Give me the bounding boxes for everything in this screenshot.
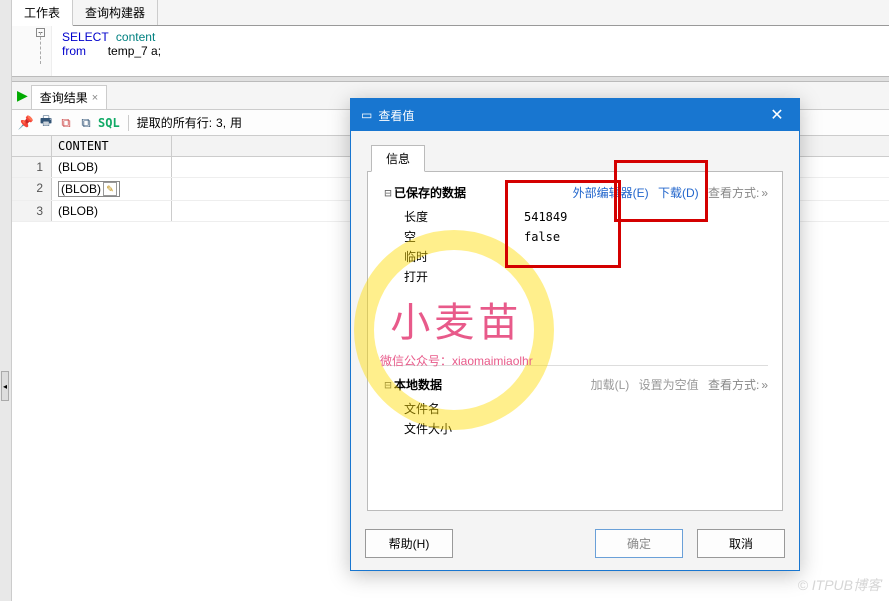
external-editor-link[interactable]: 外部编辑器(E) [573, 186, 649, 200]
pin-icon[interactable]: 📌 [18, 115, 34, 131]
corner-watermark: © ITPUB博客 [798, 575, 881, 595]
kw-from: from [62, 44, 86, 58]
tab-info[interactable]: 信息 [371, 145, 425, 172]
tbl-name: temp_7 a; [108, 44, 161, 58]
set-null-link[interactable]: 设置为空值 [639, 378, 699, 392]
collapse-toggle[interactable]: ⊟ [382, 186, 394, 200]
dialog-icon: ▭ [361, 108, 372, 122]
result-tab-label: 查询结果 [40, 89, 88, 106]
close-icon[interactable]: × [92, 92, 98, 104]
print-icon[interactable]: 🖶 [38, 115, 54, 131]
download-link[interactable]: 下载(D) [658, 186, 699, 200]
row-num: 1 [12, 157, 52, 177]
blob-cell[interactable]: (BLOB) [58, 160, 98, 174]
null-label: 空 [404, 227, 464, 247]
kw-select: SELECT [62, 30, 109, 44]
edit-icon[interactable]: ✎ [103, 182, 117, 196]
dialog-titlebar[interactable]: ▭ 查看值 ✕ [351, 99, 799, 131]
blob-cell[interactable]: (BLOB) [58, 204, 98, 218]
saved-data-heading: 已保存的数据 [394, 184, 466, 201]
length-label: 长度 [404, 207, 464, 227]
blob-value: (BLOB) [61, 182, 101, 196]
blob-cell[interactable]: (BLOB) ✎ [58, 181, 120, 197]
collapse-toggle[interactable]: ⊟ [382, 378, 394, 392]
info-panel: ⊟ 已保存的数据 外部编辑器(E) 下载(D) 查看方式:» 长度541849 … [367, 171, 783, 511]
local-data-heading: 本地数据 [394, 376, 442, 393]
play-icon: ▶ [17, 87, 28, 104]
column-header[interactable]: CONTENT [52, 136, 172, 156]
sql-text[interactable]: SELECT content from temp_7 a; [52, 26, 171, 76]
null-value: false [524, 227, 560, 247]
view-mode-label: 查看方式: [708, 378, 759, 392]
arrow-icon[interactable]: » [761, 378, 768, 392]
filename-label: 文件名 [404, 399, 464, 419]
copy-icon[interactable]: ⧉ [58, 115, 74, 131]
view-value-dialog: ▭ 查看值 ✕ 信息 ⊟ 已保存的数据 外部编辑器(E) 下载(D) 查看方式:… [350, 98, 800, 571]
sql-badge[interactable]: SQL [98, 116, 120, 130]
row-num: 3 [12, 201, 52, 221]
left-gutter: ◂ [0, 0, 12, 601]
filesize-label: 文件大小 [404, 419, 484, 439]
tab-query-result[interactable]: 查询结果 × [31, 85, 107, 109]
tab-query-builder[interactable]: 查询构建器 [73, 0, 158, 25]
tab-worksheet[interactable]: 工作表 [12, 0, 73, 26]
collapse-handle[interactable]: ◂ [1, 371, 9, 401]
cancel-button[interactable]: 取消 [697, 529, 785, 558]
status-suffix: 用 [230, 114, 242, 131]
sql-editor[interactable]: − SELECT content from temp_7 a; [12, 26, 889, 76]
sql-gutter: − [12, 26, 52, 76]
temp-label: 临时 [404, 247, 464, 267]
top-tabs: 工作表 查询构建器 [12, 0, 889, 26]
status-prefix: 提取的所有行: [137, 114, 212, 131]
length-value: 541849 [524, 207, 567, 227]
close-icon[interactable]: ✕ [759, 105, 795, 125]
rownum-header [12, 136, 52, 156]
arrow-icon[interactable]: » [761, 186, 768, 200]
load-link[interactable]: 加载(L) [591, 378, 630, 392]
dialog-title: 查看值 [378, 107, 414, 124]
open-label: 打开 [404, 267, 464, 287]
ok-button[interactable]: 确定 [595, 529, 683, 558]
status-count: 3, [216, 116, 226, 130]
view-mode-label: 查看方式: [708, 186, 759, 200]
col-content: content [116, 30, 155, 44]
export-icon[interactable]: ⧉ [78, 115, 94, 131]
row-num: 2 [12, 178, 52, 200]
help-button[interactable]: 帮助(H) [365, 529, 453, 558]
